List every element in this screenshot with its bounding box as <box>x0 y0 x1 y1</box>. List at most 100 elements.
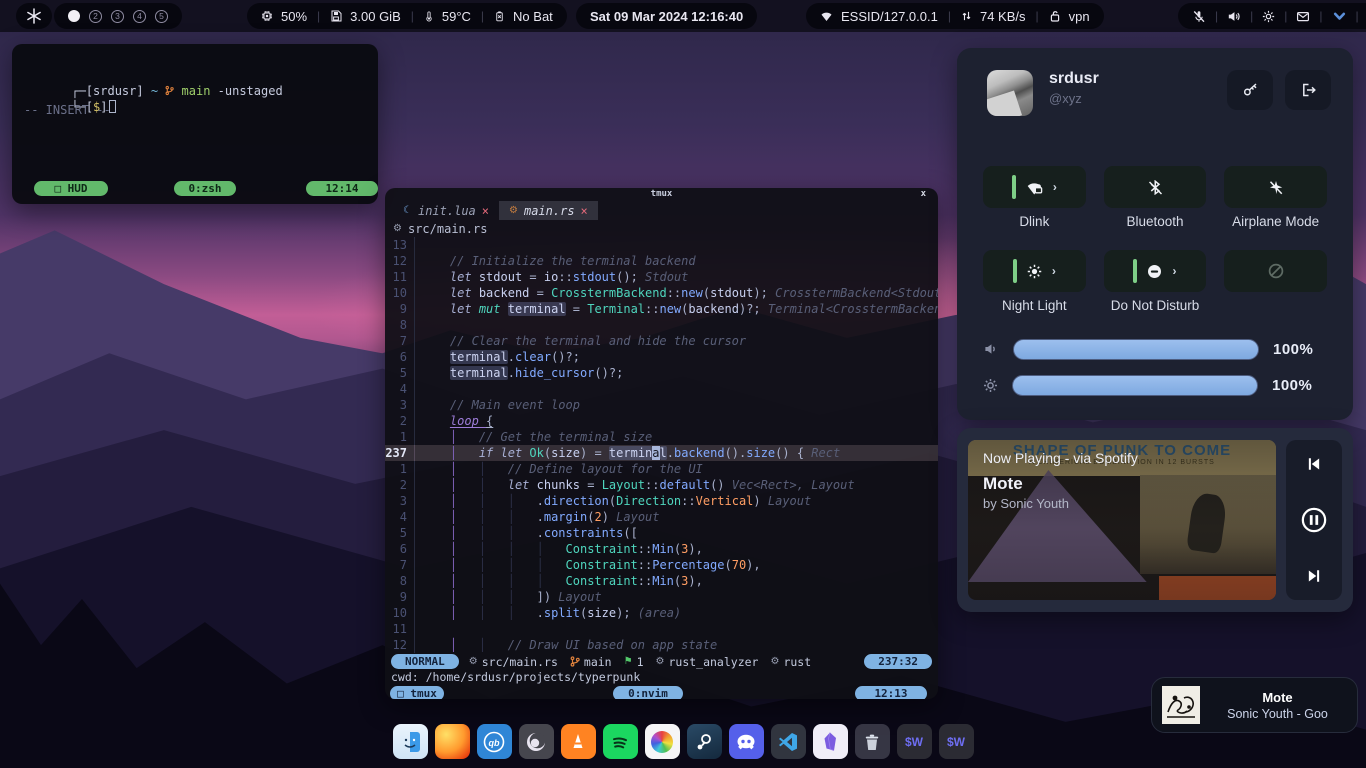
dock-files[interactable] <box>393 724 428 759</box>
code-line[interactable]: 3 │ │ │ .direction(Direction::Vertical) … <box>385 493 938 509</box>
tmux-window-zsh[interactable]: 0:zsh <box>174 181 236 196</box>
code-line[interactable]: 237 │ if let Ok(size) = terminal.backend… <box>385 445 938 461</box>
next-track-button[interactable] <box>1305 568 1323 584</box>
code-line[interactable]: 12 │ │ // Draw UI based on app state <box>385 637 938 653</box>
code-line[interactable]: 2 │ │ let chunks = Layout::default() Vec… <box>385 477 938 493</box>
workspace-5[interactable]: 5 <box>155 10 168 23</box>
tmux-session-hud[interactable]: □ HUD <box>34 181 108 196</box>
rust-icon: ⚙ <box>509 205 518 216</box>
dock-vlc[interactable] <box>561 724 596 759</box>
code-line[interactable]: 10 let backend = CrosstermBackend::new(s… <box>385 285 938 301</box>
dock-wallet-1[interactable]: $W <box>897 724 932 759</box>
code-line[interactable]: 9 let mut terminal = Terminal::new(backe… <box>385 301 938 317</box>
dock-vscode[interactable] <box>771 724 806 759</box>
chevron-right-icon[interactable]: › <box>1053 180 1057 194</box>
dock-qbittorrent[interactable]: qb <box>477 724 512 759</box>
battery-value: No Bat <box>513 9 553 24</box>
code-area[interactable]: 1312 // Initialize the terminal backend1… <box>385 237 938 653</box>
avatar[interactable] <box>987 70 1033 116</box>
workspace-3[interactable]: 3 <box>111 10 124 23</box>
diagnostic-flag-icon: ⚑ <box>624 656 633 667</box>
code-line[interactable]: 10 │ │ │ .split(size); (area) <box>385 605 938 621</box>
toggle-night-light-button[interactable]: › <box>983 250 1086 292</box>
line-number: 9 <box>385 301 415 317</box>
code-line[interactable]: 9 │ │ │ ]) Layout <box>385 589 938 605</box>
vpn-lock-value: vpn <box>1069 9 1090 24</box>
previous-track-button[interactable] <box>1305 456 1323 472</box>
clock[interactable]: Sat 09 Mar 2024 12:16:40 <box>576 3 757 29</box>
code-line[interactable]: 5 terminal.hide_cursor()?; <box>385 365 938 381</box>
tmux-session-name[interactable]: □ tmux <box>390 686 444 699</box>
mail-icon[interactable] <box>1296 10 1310 23</box>
separator: | <box>1354 9 1361 23</box>
workspace-switcher: 2345 <box>54 3 182 29</box>
tmux-window-nvim[interactable]: 0:nvim <box>613 686 683 699</box>
code-line[interactable]: 11 let stdout = io::stdout(); Stdout <box>385 269 938 285</box>
code-line[interactable]: 2 loop { <box>385 413 938 429</box>
close-button[interactable]: x <box>921 188 926 201</box>
chevron-right-icon[interactable]: › <box>1172 264 1176 278</box>
workspace-1-active[interactable] <box>68 10 80 22</box>
tab-main.rs[interactable]: ⚙main.rs× <box>499 201 598 220</box>
launcher-logo[interactable] <box>16 3 52 29</box>
separator: | <box>315 9 322 23</box>
logout-button[interactable] <box>1285 70 1331 110</box>
terminal-window[interactable]: ┌─[srdusr] ~ main -unstaged └─[$] -- INS… <box>12 44 378 204</box>
track-title: Mote <box>983 474 1023 494</box>
pause-button[interactable] <box>1301 507 1327 533</box>
dock-wallet-2[interactable]: $W <box>939 724 974 759</box>
mic-muted-icon[interactable] <box>1192 10 1206 23</box>
toggle-bluetooth: Bluetooth <box>1104 166 1207 208</box>
dock-steam[interactable] <box>687 724 722 759</box>
code-line[interactable]: 7 │ │ │ │ Constraint::Percentage(70), <box>385 557 938 573</box>
dock-spotify[interactable] <box>603 724 638 759</box>
editor-window[interactable]: tmux x ☾init.lua×⚙main.rs× ⚙ src/main.rs… <box>385 188 938 699</box>
toggle-airplane-mode-button[interactable] <box>1224 166 1327 208</box>
code-line[interactable]: 11 <box>385 621 938 637</box>
volume-slider[interactable] <box>1013 339 1259 360</box>
brightness-slider[interactable] <box>1012 375 1258 396</box>
separator: | <box>409 9 416 23</box>
toggle-extra-button[interactable] <box>1224 250 1327 292</box>
chevron-right-icon[interactable]: › <box>1052 264 1056 278</box>
code-line[interactable]: 5 │ │ │ .constraints([ <box>385 525 938 541</box>
dock-obsidian[interactable] <box>813 724 848 759</box>
dock-trash[interactable] <box>855 724 890 759</box>
network-status[interactable]: ESSID/127.0.0.1|74 KB/s|vpn <box>806 3 1104 29</box>
rust-icon: ⚙ <box>770 656 779 667</box>
chevron-down-icon[interactable] <box>1332 10 1347 23</box>
toggle-dlink-button[interactable]: › <box>983 166 1086 208</box>
workspace-4[interactable]: 4 <box>133 10 146 23</box>
line-number: 5 <box>385 525 415 541</box>
code-line[interactable]: 3 // Main event loop <box>385 397 938 413</box>
code-line[interactable]: 7 // Clear the terminal and hide the cur… <box>385 333 938 349</box>
control-center: srdusr @xyz ›DlinkBluetoothAirplane Mode… <box>957 48 1353 420</box>
window-title: tmux <box>651 189 673 199</box>
code-line[interactable]: 8 │ │ │ │ Constraint::Min(3), <box>385 573 938 589</box>
code-line[interactable]: 13 <box>385 237 938 253</box>
toggle-do-not-disturb-button[interactable]: › <box>1104 250 1207 292</box>
cwd-line: cwd: /home/srdusr/projects/typerpunk <box>385 670 938 685</box>
volume-icon[interactable] <box>1227 10 1241 23</box>
dock-discord[interactable] <box>729 724 764 759</box>
line-number: 10 <box>385 285 415 301</box>
code-line[interactable]: 8 <box>385 317 938 333</box>
dock-mpv[interactable] <box>519 724 554 759</box>
tab-close-icon[interactable]: × <box>581 204 588 218</box>
temperature-icon <box>424 10 434 23</box>
settings-icon[interactable] <box>1262 10 1275 23</box>
workspace-2[interactable]: 2 <box>89 10 102 23</box>
code-line[interactable]: 1 │ │ // Define layout for the UI <box>385 461 938 477</box>
tab-close-icon[interactable]: × <box>482 204 489 218</box>
code-line[interactable]: 6 │ │ │ │ Constraint::Min(3), <box>385 541 938 557</box>
code-line[interactable]: 4 <box>385 381 938 397</box>
tab-init.lua[interactable]: ☾init.lua× <box>393 201 499 220</box>
code-line[interactable]: 6 terminal.clear()?; <box>385 349 938 365</box>
code-line[interactable]: 1 │ // Get the terminal size <box>385 429 938 445</box>
code-line[interactable]: 12 // Initialize the terminal backend <box>385 253 938 269</box>
toggle-bluetooth-button[interactable] <box>1104 166 1207 208</box>
code-line[interactable]: 4 │ │ │ .margin(2) Layout <box>385 509 938 525</box>
dock-photos[interactable] <box>645 724 680 759</box>
dock-firefox[interactable] <box>435 724 470 759</box>
password-button[interactable] <box>1227 70 1273 110</box>
